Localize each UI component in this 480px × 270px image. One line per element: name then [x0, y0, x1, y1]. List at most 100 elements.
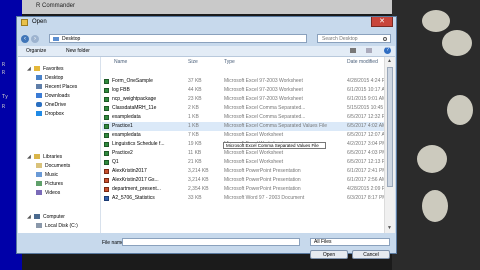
scroll-down-icon[interactable]: ▼: [387, 225, 392, 231]
file-name: Linguistics Schedule f...: [112, 141, 165, 147]
vertical-scrollbar[interactable]: ▲ ▼: [384, 57, 395, 233]
file-type: Microsoft Excel Worksheet: [224, 159, 284, 165]
file-row[interactable]: Form_OneSample 37 KB Microsoft Excel 97-20…: [102, 77, 389, 86]
downloads-icon: [36, 93, 42, 98]
expand-arrow-icon: ◢: [27, 214, 31, 220]
file-list: Name Size Type Date modified Form_OneSam…: [102, 57, 392, 233]
folder-icon: [21, 19, 28, 26]
file-type: Microsoft Excel Comma Separated...: [224, 114, 306, 120]
file-row[interactable]: Q1 21 KB Microsoft Excel Worksheet 6/5/2017…: [102, 158, 389, 167]
organize-button[interactable]: Organize: [26, 48, 46, 54]
file-type-filter-select[interactable]: All Files: [310, 238, 390, 246]
expand-arrow-icon: ◢: [27, 66, 31, 72]
file-row[interactable]: log FBB 44 KB Microsoft Excel 97-2003 Work…: [102, 86, 389, 95]
star-icon: [34, 66, 40, 71]
file-row[interactable]: ncp_weightpackage 23 KB Microsoft Excel 97…: [102, 95, 386, 104]
nav-item-label: Documents: [45, 163, 71, 169]
file-modified: 6/5/2017 12:32 PM: [347, 114, 390, 120]
file-name: Practice1: [112, 123, 133, 129]
desktop-icon: [36, 75, 42, 80]
file-modified: 4/28/2015 2:09 PM: [347, 186, 390, 192]
file-type: Microsoft PowerPoint Presentation: [224, 168, 301, 174]
file-row[interactable]: Practice2 11 KB Microsoft Excel Worksheet 6…: [102, 149, 386, 158]
file-row[interactable]: exampledata 1 KB Microsoft Excel Comma Sep…: [102, 113, 389, 122]
dialog-footer: File name: All Files Open Cancel: [18, 234, 395, 259]
file-type: Microsoft Excel 97-2003 Worksheet: [224, 78, 303, 84]
dialog-title: Open: [32, 19, 47, 25]
flower-shape: [447, 95, 473, 125]
file-name-input[interactable]: [122, 238, 300, 246]
file-modified: 4/28/2015 4:24 PM: [347, 78, 390, 84]
file-type: Microsoft Excel 97-2003 Worksheet: [224, 96, 303, 102]
file-type: Microsoft PowerPoint Presentation: [224, 186, 301, 192]
background-window-title: R Commander: [22, 0, 392, 14]
back-button[interactable]: ‹: [21, 35, 29, 43]
address-input[interactable]: Desktop: [49, 34, 307, 43]
music-icon: [36, 172, 42, 177]
powerpoint-file-icon: [104, 169, 109, 174]
nav-item-label: Music: [45, 172, 59, 178]
scrollbar-thumb[interactable]: [387, 67, 393, 187]
new-folder-button[interactable]: New folder: [66, 48, 90, 54]
navigation-pane: ◢ Favorites Desktop Recent Places Downlo…: [18, 57, 101, 233]
flower-shape: [422, 190, 448, 222]
open-file-dialog: Open ✕ ‹ › Desktop Search Desktop Organi…: [16, 16, 397, 259]
open-button[interactable]: Open: [310, 250, 348, 259]
nav-item-label: OneDrive: [45, 102, 67, 108]
column-header-date[interactable]: Date modified: [347, 59, 378, 65]
library-icon: [34, 154, 40, 159]
excel-file-icon: [104, 133, 109, 138]
file-row[interactable]: AlexKristin2017 Gs... 3,214 KB Microsoft P…: [102, 176, 387, 185]
excel-file-icon: [104, 79, 109, 84]
forward-button[interactable]: ›: [31, 35, 39, 43]
column-header-name[interactable]: Name: [114, 59, 127, 65]
scroll-up-icon[interactable]: ▲: [387, 58, 392, 64]
file-name: ClassdataMRH_11e: [112, 105, 157, 111]
file-modified: 6/1/2017 2:56 AM: [347, 177, 387, 183]
column-header-type[interactable]: Type: [224, 59, 235, 65]
file-row[interactable]: A2_5706_Statistics 33 KB Microsoft Word 97…: [102, 194, 386, 203]
excel-file-icon: [104, 88, 109, 93]
csv-file-icon: [104, 124, 109, 129]
libraries-label: Libraries: [43, 154, 63, 160]
file-size: 23 KB: [188, 96, 202, 102]
file-type: Microsoft PowerPoint Presentation: [224, 177, 301, 183]
file-size: 37 KB: [188, 78, 202, 84]
recent-places-icon: [36, 84, 42, 89]
view-options-icon[interactable]: [350, 48, 356, 53]
nav-item-label: Desktop: [45, 75, 64, 81]
close-button[interactable]: ✕: [371, 17, 393, 27]
file-row[interactable]: AlexKristin2017 3,214 KB Microsoft PowerPo…: [102, 167, 386, 176]
file-name: A2_5706_Statistics: [112, 195, 155, 201]
file-size: 1 KB: [188, 123, 199, 129]
excel-file-icon: [104, 97, 109, 102]
powerpoint-file-icon: [104, 178, 109, 183]
nav-item-label: Dropbox: [45, 111, 64, 117]
console-line: Ty: [2, 94, 9, 100]
cancel-button[interactable]: Cancel: [352, 250, 390, 259]
preview-pane-icon[interactable]: [366, 48, 372, 53]
file-row[interactable]: exampledata 7 KB Microsoft Excel Worksheet…: [102, 131, 389, 140]
file-name: AlexKristin2017 Gs...: [112, 177, 159, 183]
file-row[interactable]: department_present... 2,354 KB Microsoft P…: [102, 185, 389, 194]
search-input[interactable]: Search Desktop: [317, 34, 391, 43]
nav-item-label: Local Disk (C:): [45, 223, 78, 229]
help-icon[interactable]: ?: [384, 47, 391, 54]
file-name: AlexKristin2017: [112, 168, 147, 174]
csv-file-icon: [104, 106, 109, 111]
file-modified: 6/5/2017 4:02 AM: [347, 123, 387, 129]
file-size: 11 KB: [188, 150, 202, 156]
file-row[interactable]: ClassdataMRH_11e 2 KB Microsoft Excel Comm…: [102, 104, 392, 113]
column-header-size[interactable]: Size: [188, 59, 198, 65]
file-row-selected[interactable]: Practice1 1 KB Microsoft Excel Comma Separ…: [102, 122, 387, 131]
excel-file-icon: [104, 160, 109, 165]
word-file-icon: [104, 196, 109, 201]
excel-file-icon: [104, 151, 109, 156]
toolbar: Organize New folder ?: [18, 46, 395, 57]
file-name: Form_OneSample: [112, 78, 153, 84]
flower-shape: [417, 145, 447, 173]
favorites-label: Favorites: [43, 66, 64, 72]
flower-shape: [442, 30, 472, 56]
nav-item-label: Downloads: [45, 93, 70, 99]
file-name: Q1: [112, 159, 119, 165]
